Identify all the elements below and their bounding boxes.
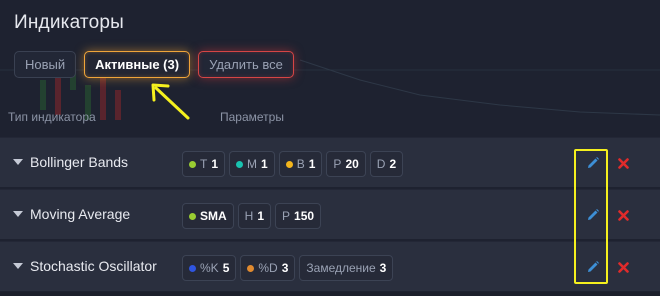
- param-chip: T 1: [182, 151, 226, 177]
- indicator-params: T 1 M 1 B 1 P 20 D 2: [182, 151, 404, 177]
- param-chip: P 150: [275, 203, 322, 229]
- indicator-row[interactable]: Moving Average SMA H 1 P 150: [0, 189, 660, 239]
- indicator-params: SMA H 1 P 150: [182, 203, 322, 229]
- column-header-params: Параметры: [220, 110, 284, 124]
- bottom-edge: [0, 292, 660, 296]
- param-chip: P 20: [326, 151, 366, 177]
- indicator-row[interactable]: Bollinger Bands T 1 M 1 B 1 P 20 D 2: [0, 137, 660, 187]
- color-dot-icon: [189, 212, 196, 220]
- pencil-icon[interactable]: [583, 153, 603, 173]
- color-dot-icon: [285, 160, 293, 168]
- column-header-type: Тип индикатора: [8, 110, 96, 124]
- param-chip: M 1: [229, 151, 275, 177]
- param-chip: H 1: [237, 203, 272, 229]
- param-chip: Замедление 3: [299, 255, 394, 281]
- delete-all-button[interactable]: Удалить все: [198, 51, 294, 78]
- tab-new[interactable]: Новый: [14, 51, 77, 78]
- indicator-name: Bollinger Bands: [30, 154, 129, 170]
- pencil-icon[interactable]: [583, 205, 603, 225]
- param-chip: B 1: [278, 151, 323, 177]
- color-dot-icon: [189, 264, 196, 272]
- page-title: Индикаторы: [14, 12, 125, 33]
- indicator-name: Stochastic Oscillator: [30, 258, 157, 274]
- caret-down-icon[interactable]: [13, 211, 23, 217]
- param-chip: %K 5: [182, 255, 237, 281]
- tab-active[interactable]: Активные (3): [84, 51, 191, 78]
- close-icon[interactable]: [614, 258, 632, 276]
- color-dot-icon: [189, 160, 196, 168]
- close-icon[interactable]: [614, 206, 632, 224]
- table-header: Тип индикатора Параметры: [0, 110, 660, 126]
- param-chip: D 2: [369, 151, 404, 177]
- tab-bar: Новый Активные (3) Удалить все: [14, 51, 294, 78]
- indicator-row[interactable]: Stochastic Oscillator %K 5 %D 3 Замедлен…: [0, 241, 660, 291]
- param-chip: %D 3: [240, 255, 296, 281]
- indicator-name: Moving Average: [30, 206, 131, 222]
- param-chip: SMA: [182, 203, 234, 229]
- pencil-icon[interactable]: [583, 257, 603, 277]
- caret-down-icon[interactable]: [13, 159, 23, 165]
- color-dot-icon: [236, 160, 244, 168]
- indicator-params: %K 5 %D 3 Замедление 3: [182, 255, 394, 281]
- caret-down-icon[interactable]: [13, 263, 23, 269]
- color-dot-icon: [247, 264, 255, 272]
- close-icon[interactable]: [614, 154, 632, 172]
